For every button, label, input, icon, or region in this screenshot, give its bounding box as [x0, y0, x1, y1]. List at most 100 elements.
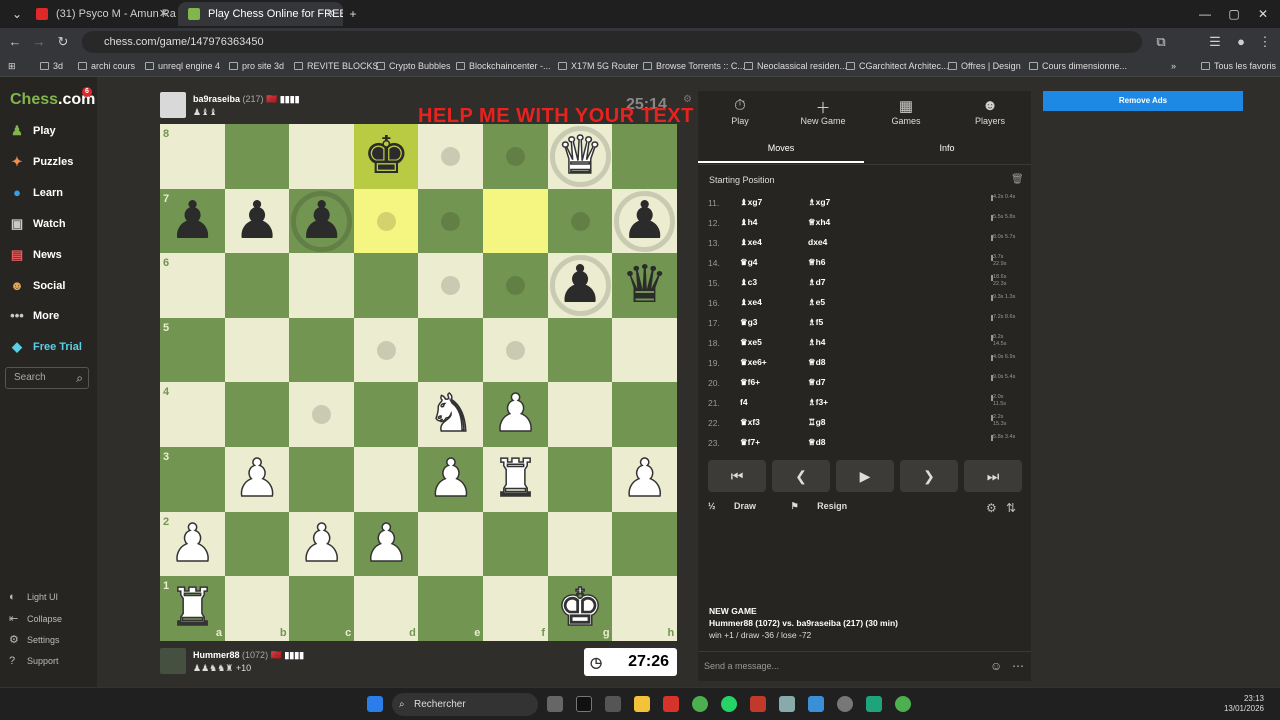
panel-tab-play[interactable]: ⏱ Play [700, 97, 780, 126]
sidebar-bottom-light-ui[interactable]: ◐ Light UI [9, 589, 58, 605]
player-name[interactable]: Hummer88 (1072) 🇲🇦 ▮▮▮▮ [193, 650, 304, 661]
file-explorer-icon[interactable] [634, 696, 650, 712]
square-d5[interactable] [353, 317, 419, 383]
sidebar-item-play[interactable]: ♟ Play [9, 121, 55, 141]
whatsapp-icon[interactable] [721, 696, 737, 712]
app-icon[interactable] [808, 696, 824, 712]
analysis-icon[interactable]: ⚙ [986, 501, 997, 515]
square-d4[interactable] [353, 382, 419, 448]
white-move[interactable]: ♛xe6+ [740, 357, 767, 368]
white-rook-icon[interactable]: ♜ [483, 447, 548, 512]
white-pawn-icon[interactable]: ♟ [483, 382, 548, 447]
white-pawn-icon[interactable]: ♟ [160, 512, 225, 577]
app-icon[interactable] [605, 696, 621, 712]
black-move[interactable]: ♗e5 [808, 297, 825, 308]
legal-move-dot[interactable] [506, 340, 525, 360]
square-a5[interactable]: 5 [160, 317, 225, 383]
black-move[interactable]: ♕h6 [808, 257, 826, 268]
flip-board-icon[interactable]: ⇅ [1006, 501, 1016, 515]
black-pawn-icon[interactable]: ♟ [548, 253, 613, 318]
system-clock[interactable]: 23:13 13/01/2026 [1224, 694, 1264, 714]
black-move[interactable]: ♕d7 [808, 377, 826, 388]
white-rook-icon[interactable]: ♜ [160, 576, 225, 641]
square-d3[interactable] [353, 447, 419, 512]
square-b6[interactable] [224, 253, 290, 319]
square-c6[interactable] [289, 253, 355, 319]
square-d7[interactable] [353, 188, 419, 254]
chrome-icon[interactable] [895, 696, 911, 712]
trash-icon[interactable]: 🗑 [1011, 174, 1024, 185]
square-b8[interactable] [224, 124, 290, 189]
calculator-icon[interactable] [779, 696, 795, 712]
black-move[interactable]: ♕d8 [808, 437, 826, 448]
square-e2[interactable] [418, 511, 484, 577]
sidebar-search-input[interactable]: Search ⌕ [5, 367, 89, 389]
play-button[interactable]: ▶ [836, 460, 894, 492]
square-c2[interactable]: ♟ [289, 511, 355, 577]
reload-icon[interactable]: ↻ [52, 28, 74, 56]
sidebar-item-learn[interactable]: ● Learn [9, 183, 63, 203]
square-a4[interactable]: 4 [160, 382, 225, 448]
square-c3[interactable] [289, 447, 355, 512]
bookmark-item[interactable]: pro site 3d [229, 56, 284, 77]
more-bookmarks-icon[interactable]: » [1171, 56, 1176, 77]
square-g8[interactable]: ♛ [547, 124, 613, 189]
profile-icon[interactable]: ● [1230, 28, 1252, 56]
legal-move-dot[interactable] [506, 276, 525, 296]
legal-move-dot[interactable] [441, 276, 461, 296]
sidebar-item-news[interactable]: ▤ News [9, 245, 62, 265]
draw-button[interactable]: ½ Draw [708, 501, 772, 511]
sidebar-item-puzzles[interactable]: ✦ Puzzles [9, 152, 74, 172]
maximize-icon[interactable]: ▢ [1219, 0, 1249, 28]
white-pawn-icon[interactable]: ♟ [289, 512, 354, 577]
black-pawn-icon[interactable]: ♟ [160, 189, 225, 254]
square-e1[interactable]: e [418, 576, 484, 642]
square-g4[interactable] [547, 382, 613, 448]
square-b1[interactable]: b [224, 576, 290, 642]
close-tab-icon[interactable]: ✕ [159, 2, 168, 26]
panel-tab-new-game[interactable]: ＋ New Game [783, 97, 863, 126]
chrome-icon[interactable] [692, 696, 708, 712]
starting-position-label[interactable]: Starting Position [709, 175, 775, 185]
bookmark-item[interactable]: Blockchaincenter -... [456, 56, 551, 77]
last-move-button[interactable]: ⏭ [964, 460, 1022, 492]
square-b3[interactable]: ♟ [224, 447, 290, 512]
black-queen-icon[interactable]: ♛ [612, 253, 677, 318]
white-move[interactable]: ♛f7+ [740, 437, 760, 448]
square-g7[interactable] [547, 188, 613, 254]
white-knight-icon[interactable]: ♞ [418, 382, 483, 447]
chat-input[interactable]: Send a message... ☺ ⋯ [698, 651, 1031, 679]
square-c7[interactable]: ♟ [289, 188, 355, 254]
legal-move-dot[interactable] [441, 147, 461, 166]
square-d1[interactable]: d [353, 576, 419, 642]
square-a8[interactable]: 8 [160, 124, 225, 189]
square-g1[interactable]: g ♚ [547, 576, 613, 642]
white-queen-icon[interactable]: ♛ [548, 124, 613, 189]
black-move[interactable]: ♗f3+ [808, 397, 828, 408]
chesscom-logo[interactable]: Chess.com 6 [10, 87, 95, 109]
player-name[interactable]: ba9raseiba (217) 🇲🇦 ▮▮▮▮ [193, 94, 300, 105]
menu-icon[interactable]: ⋮ [1254, 28, 1276, 56]
square-h1[interactable]: h [612, 576, 678, 642]
tradingview-icon[interactable] [576, 696, 592, 712]
square-f7[interactable] [483, 188, 548, 254]
black-king-icon[interactable]: ♚ [354, 124, 419, 189]
square-h4[interactable] [612, 382, 678, 448]
legal-move-dot[interactable] [312, 405, 332, 425]
square-f1[interactable]: f [483, 576, 548, 642]
legal-move-dot[interactable] [570, 211, 590, 231]
white-move[interactable]: ♛g4 [740, 257, 758, 268]
square-d2[interactable]: ♟ [353, 511, 419, 577]
square-f4[interactable]: ♟ [483, 382, 548, 448]
sidebar-item-more[interactable]: ••• More [9, 306, 59, 326]
browser-tab-youtube[interactable]: (31) Psyco M - Amun Ra - Y ✕ [26, 2, 176, 26]
white-pawn-icon[interactable]: ♟ [418, 447, 483, 512]
square-h3[interactable]: ♟ [612, 447, 678, 512]
white-move[interactable]: ♝xg7 [740, 197, 762, 208]
next-move-button[interactable]: ❯ [900, 460, 958, 492]
tab-moves[interactable]: Moves [698, 143, 864, 163]
emoji-icon[interactable]: ☺ [990, 652, 1002, 680]
previous-move-button[interactable]: ❮ [772, 460, 830, 492]
black-move[interactable]: ♕xh4 [808, 217, 830, 228]
bookmark-item[interactable]: Crypto Bubbles [376, 56, 451, 77]
